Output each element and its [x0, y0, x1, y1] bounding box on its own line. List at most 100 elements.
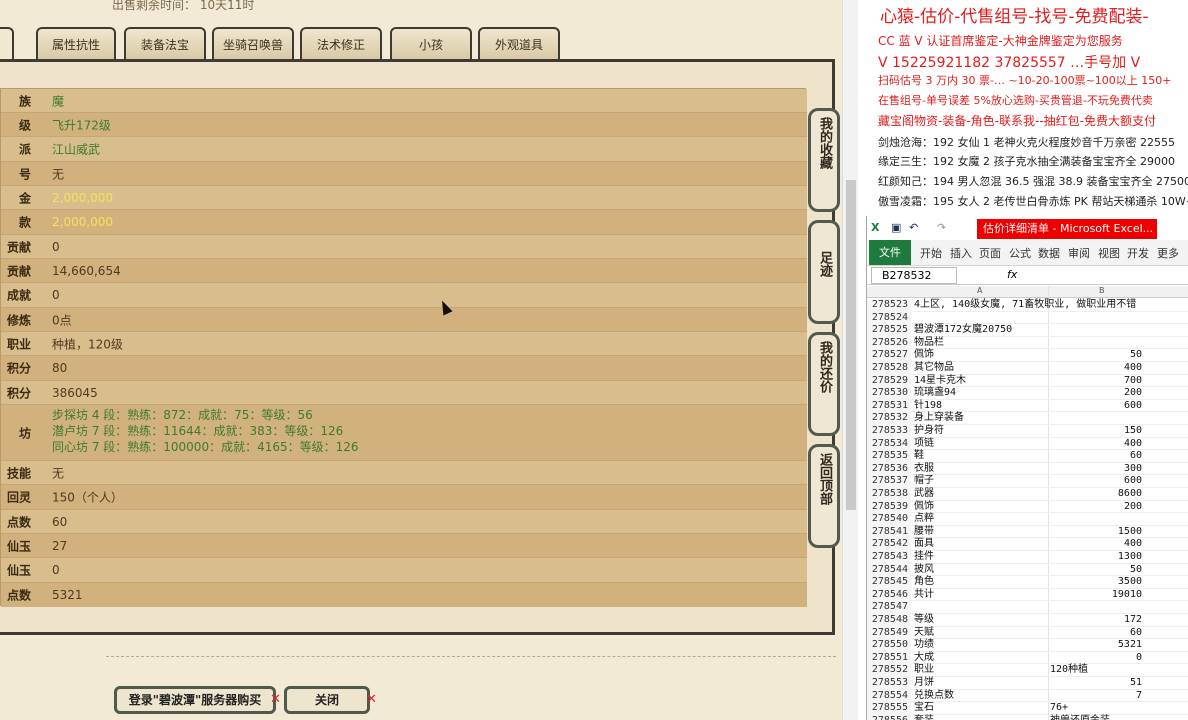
- cell-b[interactable]: 7: [1048, 690, 1142, 703]
- row-number[interactable]: 278527: [867, 349, 911, 362]
- cell-a[interactable]: 14星卡克木: [914, 375, 1048, 388]
- cell-a[interactable]: 鞋: [914, 450, 1048, 463]
- row-number[interactable]: 278540: [867, 513, 911, 526]
- cell-a[interactable]: 面具: [914, 538, 1048, 551]
- table-row[interactable]: 278525 碧波潭172女魔20750: [867, 324, 1188, 337]
- row-number[interactable]: 278530: [867, 387, 911, 400]
- cell-a[interactable]: 帽子: [914, 475, 1048, 488]
- cell-a[interactable]: 宝石: [914, 702, 1048, 715]
- cell-a[interactable]: 物品栏: [914, 337, 1048, 350]
- close-button[interactable]: 关闭: [284, 686, 370, 714]
- tab-appearance[interactable]: 外观道具: [478, 27, 560, 61]
- cell-b[interactable]: 8600: [1048, 488, 1142, 501]
- cell-b[interactable]: 600: [1048, 475, 1142, 488]
- tab-basic-info[interactable]: 息: [0, 27, 14, 61]
- tab-mounts-pets[interactable]: 坐骑召唤兽: [212, 27, 294, 61]
- row-number[interactable]: 278528: [867, 362, 911, 375]
- cell-a[interactable]: 兑换点数: [914, 690, 1048, 703]
- cell-a[interactable]: 挂件: [914, 551, 1048, 564]
- row-number[interactable]: 278552: [867, 664, 911, 677]
- cell-a[interactable]: 腰带: [914, 526, 1048, 539]
- cell-b[interactable]: 1500: [1048, 526, 1142, 539]
- tab-more[interactable]: 更多: [1157, 245, 1179, 261]
- tab-view[interactable]: 视图: [1098, 245, 1120, 261]
- row-number[interactable]: 278554: [867, 689, 911, 703]
- cell-a[interactable]: 佩饰: [914, 501, 1048, 514]
- row-number[interactable]: 278529: [867, 374, 911, 388]
- table-row[interactable]: 278537 帽子 600: [867, 475, 1188, 488]
- cell-b[interactable]: 300: [1048, 463, 1142, 476]
- cell-b[interactable]: 0: [1048, 652, 1142, 665]
- cell-a[interactable]: 护身符: [914, 425, 1048, 438]
- row-number[interactable]: 278533: [867, 425, 911, 438]
- cell-a[interactable]: 月饼: [914, 677, 1048, 690]
- cell-b[interactable]: 150: [1048, 425, 1142, 438]
- row-number[interactable]: 278551: [867, 651, 911, 665]
- row-number[interactable]: 278549: [867, 626, 911, 640]
- table-row[interactable]: 278528 其它物品 400: [867, 362, 1188, 375]
- table-row[interactable]: 278526 物品栏: [867, 336, 1188, 350]
- cell-a[interactable]: 角色: [914, 576, 1048, 589]
- cell-a[interactable]: 佩饰: [914, 349, 1048, 362]
- tab-equipment[interactable]: 装备法宝: [124, 27, 206, 61]
- table-row[interactable]: 278527 佩饰 50: [867, 349, 1188, 362]
- cell-b[interactable]: 50: [1048, 349, 1142, 362]
- table-row[interactable]: 278544 披风 50: [867, 563, 1188, 577]
- tab-developer[interactable]: 开发: [1127, 245, 1149, 261]
- table-row[interactable]: 278523 4上区, 140级女魔, 71畜牧职业, 做职业用不错: [867, 299, 1188, 312]
- cell-b[interactable]: 51: [1048, 677, 1142, 690]
- row-number[interactable]: 278537: [867, 475, 911, 488]
- column-header-b[interactable]: B: [1099, 286, 1105, 295]
- row-number[interactable]: 278532: [867, 412, 911, 425]
- cell-a[interactable]: 功绩: [914, 639, 1048, 652]
- row-number[interactable]: 278545: [867, 576, 911, 589]
- cell-b[interactable]: 50: [1048, 564, 1142, 577]
- tab-review[interactable]: 审阅: [1068, 245, 1090, 261]
- table-row[interactable]: 278555 宝石 76+: [867, 702, 1188, 715]
- vertical-scrollbar[interactable]: [842, 0, 858, 720]
- cell-a[interactable]: 项链: [914, 438, 1048, 451]
- table-row[interactable]: 278539 佩饰 200: [867, 500, 1188, 514]
- cell-a[interactable]: 琉璃盏94: [914, 387, 1048, 400]
- column-header-a[interactable]: A: [977, 286, 982, 295]
- cell-b[interactable]: 200: [1048, 387, 1142, 400]
- row-number[interactable]: 278548: [867, 614, 911, 627]
- save-icon[interactable]: ▣: [891, 221, 903, 234]
- row-number[interactable]: 278555: [867, 702, 911, 715]
- row-number[interactable]: 278546: [867, 588, 911, 602]
- table-row[interactable]: 278546 共计 19010: [867, 588, 1188, 602]
- row-number[interactable]: 278547: [867, 601, 911, 614]
- tab-data[interactable]: 数据: [1038, 245, 1060, 261]
- redo-icon[interactable]: ↷: [937, 221, 949, 234]
- cell-a[interactable]: 天赋: [914, 627, 1048, 640]
- cell-a[interactable]: 点粹: [914, 513, 1048, 526]
- table-row[interactable]: 278538 武器 8600: [867, 488, 1188, 501]
- row-number[interactable]: 278539: [867, 500, 911, 514]
- row-number[interactable]: 278550: [867, 639, 911, 652]
- table-row[interactable]: 278530 琉璃盏94 200: [867, 387, 1188, 400]
- table-row[interactable]: 278541 腰带 1500: [867, 525, 1188, 539]
- table-row[interactable]: 278529 14星卡克木 700: [867, 374, 1188, 388]
- cell-b[interactable]: 3500: [1048, 576, 1142, 589]
- cell-b[interactable]: 76+: [1050, 702, 1068, 715]
- cell-b[interactable]: 60: [1048, 450, 1142, 463]
- cell-b[interactable]: 200: [1048, 501, 1142, 514]
- row-number[interactable]: 278543: [867, 551, 911, 564]
- cell-b[interactable]: 神兽还原金装: [1050, 715, 1110, 720]
- table-row[interactable]: 278549 天赋 60: [867, 626, 1188, 640]
- row-number[interactable]: 278535: [867, 450, 911, 463]
- row-number[interactable]: 278525: [867, 324, 911, 337]
- table-row[interactable]: 278547: [867, 601, 1188, 614]
- cell-b[interactable]: 400: [1048, 362, 1142, 375]
- row-number[interactable]: 278553: [867, 677, 911, 690]
- favorites-button[interactable]: 我的收藏: [808, 108, 840, 212]
- table-row[interactable]: 278551 大成 0: [867, 651, 1188, 665]
- row-number[interactable]: 278536: [867, 462, 911, 476]
- table-row[interactable]: 278524: [867, 311, 1188, 325]
- tab-file[interactable]: 文件: [869, 240, 911, 265]
- back-to-top-button[interactable]: 返回顶部: [808, 444, 840, 548]
- row-number[interactable]: 278556: [867, 714, 911, 720]
- cell-b[interactable]: 172: [1048, 614, 1142, 627]
- tab-home[interactable]: 开始: [920, 245, 942, 261]
- table-row[interactable]: 278554 兑换点数 7: [867, 689, 1188, 703]
